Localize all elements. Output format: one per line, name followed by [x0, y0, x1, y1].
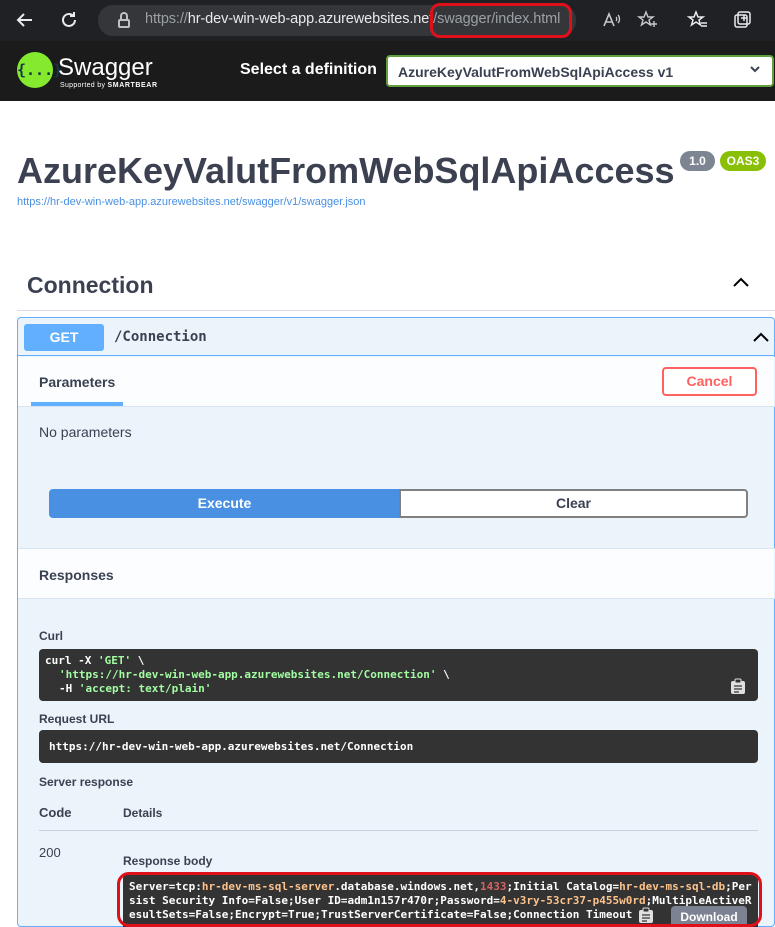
browser-toolbar: https://hr-dev-win-web-app.azurewebsites… [0, 0, 775, 41]
curl-line-1: curl -X 'GET' \ [45, 654, 752, 668]
server-response-label: Server response [39, 775, 134, 789]
refresh-icon[interactable] [58, 9, 80, 31]
request-url-label: Request URL [39, 712, 115, 726]
curl-line2-end: \ [436, 668, 450, 681]
copy-icon[interactable] [729, 678, 747, 696]
version-badge: 1.0 [680, 151, 715, 171]
table-header-divider [39, 830, 758, 831]
operation-block: GET /Connection Parameters Cancel No par… [17, 317, 775, 927]
body-part: Server=tcp: [129, 880, 202, 893]
execute-button[interactable]: Execute [49, 489, 400, 518]
swagger-logo-icon[interactable]: {...} [17, 52, 62, 88]
url-path-highlight [430, 3, 572, 38]
curl-cmd: curl -X [45, 654, 98, 667]
curl-line-2: 'https://hr-dev-win-web-app.azurewebsite… [45, 668, 752, 682]
read-aloud-icon[interactable] [600, 9, 622, 31]
tab-parameters[interactable]: Parameters [39, 374, 115, 390]
body-part-server: hr-dev-ms-sql-server [201, 880, 335, 893]
api-title: AzureKeyValutFromWebSqlApiAccess [17, 150, 675, 191]
logo-sub-brand: SMARTBEAR [107, 82, 158, 89]
curl-flag: -H [59, 682, 79, 695]
clear-button[interactable]: Clear [399, 489, 748, 518]
operation-summary[interactable]: GET /Connection [18, 318, 775, 356]
definition-select[interactable]: AzureKeyValutFromWebSqlApiAccess v1 [386, 55, 774, 87]
tab-underline [31, 402, 123, 406]
tag-divider [17, 310, 775, 311]
definition-label: Select a definition [240, 61, 377, 78]
parameters-header: Parameters Cancel [18, 357, 775, 407]
chevron-up-icon[interactable] [731, 272, 751, 292]
body-part: .database.windows.net, [334, 880, 481, 893]
no-parameters-text: No parameters [39, 424, 132, 440]
body-part-port: 1433 [480, 880, 507, 893]
back-arrow-icon[interactable] [14, 9, 36, 31]
chevron-down-icon [748, 62, 762, 79]
swagger-topbar: {...} Swagger Supported by SMARTBEAR Sel… [0, 41, 775, 101]
response-body-label: Response body [123, 854, 213, 868]
curl-method: 'GET' [97, 654, 132, 667]
tag-title[interactable]: Connection [27, 272, 154, 299]
response-status-code: 200 [39, 845, 61, 860]
body-part-db: hr-dev-ms-sql-db [619, 880, 726, 893]
body-part-password: 4-v3ry-53cr37-p455w0rd [499, 894, 646, 907]
spec-url-link[interactable]: https://hr-dev-win-web-app.azurewebsites… [17, 196, 366, 208]
download-button[interactable]: Download [671, 906, 747, 927]
request-url-block[interactable]: https://hr-dev-win-web-app.azurewebsites… [39, 730, 758, 763]
url-protocol: https:// [145, 11, 188, 27]
responses-title: Responses [39, 567, 114, 583]
method-badge: GET [24, 324, 104, 351]
swagger-logo-subtitle: Supported by SMARTBEAR [60, 82, 158, 89]
curl-header: 'accept: text/plain' [78, 682, 212, 695]
operation-path: /Connection [114, 329, 207, 345]
url-host: hr-dev-win-web-app.azurewebsites.net [187, 11, 434, 27]
favorites-icon[interactable] [686, 9, 709, 31]
copy-icon[interactable] [637, 907, 655, 925]
curl-url: 'https://hr-dev-win-web-app.azurewebsite… [59, 668, 437, 681]
definition-select-value: AzureKeyValutFromWebSqlApiAccess v1 [398, 64, 674, 80]
response-body-block[interactable]: Server=tcp:hr-dev-ms-sql-server.database… [123, 874, 758, 927]
add-favorite-icon[interactable] [636, 9, 658, 31]
chevron-up-icon[interactable] [752, 329, 770, 347]
swagger-logo-text[interactable]: Swagger [58, 54, 153, 82]
curl-label: Curl [39, 629, 63, 643]
details-column-header: Details [123, 806, 163, 820]
responses-header: Responses [18, 548, 775, 599]
collections-icon[interactable] [731, 9, 753, 31]
lock-icon[interactable] [118, 12, 130, 28]
curl-code-block[interactable]: curl -X 'GET' \ 'https://hr-dev-win-web-… [39, 649, 758, 701]
cancel-button[interactable]: Cancel [662, 367, 757, 396]
logo-sub-prefix: Supported by [60, 82, 106, 89]
oas-badge: OAS3 [720, 151, 766, 171]
code-column-header: Code [39, 805, 72, 820]
curl-line-3: -H 'accept: text/plain' [45, 682, 752, 696]
body-part: ;Initial Catalog= [506, 880, 620, 893]
curl-line1-end: \ [131, 654, 145, 667]
